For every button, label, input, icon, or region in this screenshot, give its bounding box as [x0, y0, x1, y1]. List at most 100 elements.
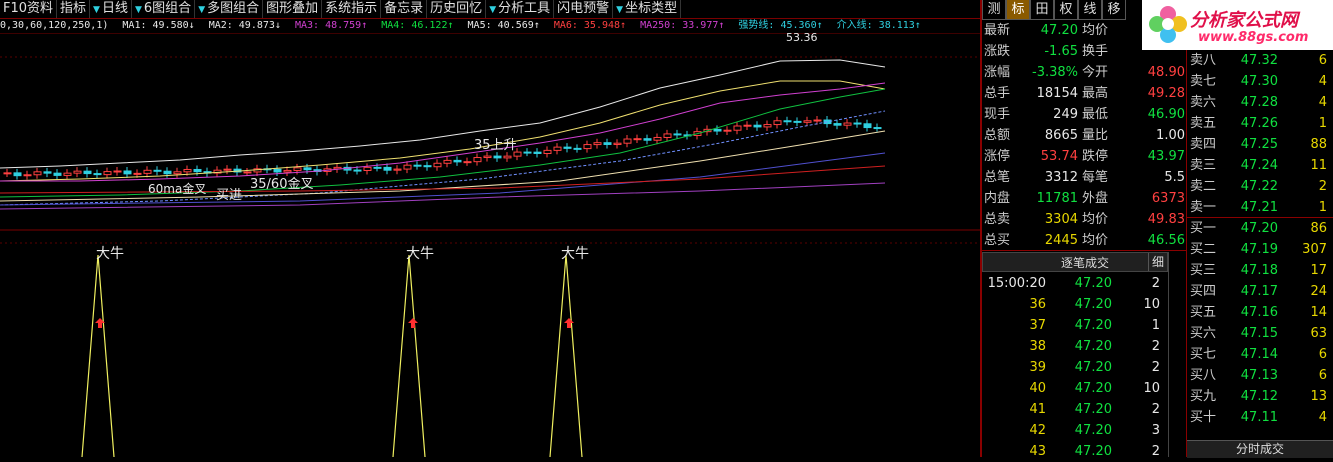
toolbar-item-5[interactable]: 图形叠加: [263, 0, 323, 18]
candle-body: [533, 151, 542, 154]
tick-volume: 10: [1143, 381, 1160, 396]
tick-row: 43 47.20 2: [982, 441, 1168, 462]
candle-body: [603, 142, 612, 145]
quote-label: 总买: [984, 233, 1011, 248]
toolbar-item-7[interactable]: 备忘录: [381, 0, 428, 18]
order-volume: 4: [1318, 95, 1327, 110]
candle-body: [103, 171, 112, 176]
tick-time: 42: [1029, 423, 1046, 438]
quote-label: 最高: [1082, 86, 1109, 101]
order-row: 买九 47.12 13: [1187, 386, 1333, 407]
tab-4[interactable]: 线: [1078, 0, 1102, 20]
ma2-value: MA2: 49.873↓: [208, 20, 281, 31]
quote-value: 53.74: [1040, 149, 1078, 164]
candle-body: [273, 168, 282, 173]
order-label: 买四: [1190, 284, 1217, 299]
quote-value: 8665: [1044, 128, 1078, 143]
quote-value: [1116, 20, 1187, 41]
cross60-label: 60ma金叉: [148, 181, 206, 196]
toolbar-label: 日线: [101, 1, 128, 16]
toolbar-label: 多图组合: [207, 1, 260, 16]
candle-body: [583, 144, 592, 150]
candle-body: [643, 138, 652, 141]
order-row: 买二 47.19 307: [1187, 239, 1333, 260]
peak-label: 53.36: [786, 33, 818, 44]
toolbar-item-1[interactable]: 指标: [57, 0, 91, 18]
divider: [1186, 50, 1187, 457]
tab-5[interactable]: 移: [1102, 0, 1126, 20]
quote-table: 最新 47.20 均价 涨跌 -1.65 换手 涨幅 -3.38% 今开 48.90 总手 18154…: [982, 20, 1187, 251]
order-price: 47.26: [1240, 116, 1278, 131]
toolbar-label: 备忘录: [384, 1, 424, 16]
candle-body: [383, 166, 392, 171]
ma4-value: MA4: 46.122↑: [381, 20, 454, 31]
tick-list: 15:00:20 47.20 2 36 47.20 10 37 47.20 1 38 47.20 2 3…: [982, 273, 1168, 462]
tick-time: 39: [1029, 360, 1046, 375]
tick-time: 37: [1029, 318, 1046, 333]
order-price: 47.18: [1240, 263, 1278, 278]
order-volume: 4: [1318, 410, 1327, 425]
tick-price: 47.20: [1074, 297, 1112, 312]
toolbar-item-11[interactable]: ▼ 坐标类型: [613, 0, 682, 18]
tick-volume: 3: [1151, 423, 1160, 438]
ma-line-white: [0, 59, 886, 169]
toolbar-item-4[interactable]: ▼ 多图组合: [195, 0, 264, 18]
order-label: 卖三: [1190, 158, 1217, 173]
candle-body: [63, 172, 72, 176]
order-label: 买八: [1190, 368, 1217, 383]
candle-body: [83, 170, 92, 175]
tick-volume: 2: [1151, 339, 1160, 354]
order-price: 47.12: [1240, 389, 1278, 404]
tick-volume: 2: [1151, 276, 1160, 291]
tick-row: 38 47.20 2: [982, 336, 1168, 357]
tab-1[interactable]: 标: [1006, 0, 1030, 20]
candle-body: [373, 166, 382, 169]
candle-body: [143, 169, 152, 174]
detail-button[interactable]: 细: [1148, 253, 1167, 271]
tick-time: 41: [1029, 402, 1046, 417]
tick-time: 40: [1029, 381, 1046, 396]
tick-volume: 2: [1151, 444, 1160, 459]
quote-row: 总买 2445 均价 46.56: [982, 230, 1187, 251]
tab-time-trades[interactable]: 分时成交: [1187, 440, 1333, 458]
tick-row: 36 47.20 10: [982, 294, 1168, 315]
quote-value: 3312: [1044, 170, 1078, 185]
candle-body: [163, 170, 172, 175]
quote-label: 总额: [984, 128, 1011, 143]
candle-body: [593, 142, 602, 146]
order-label: 卖七: [1190, 74, 1217, 89]
quote-row: 涨停 53.74 跌停 43.97: [982, 146, 1187, 167]
toolbar-item-2[interactable]: ▼ 日线: [90, 0, 132, 18]
candle-body: [843, 122, 852, 126]
tick-row: 42 47.20 3: [982, 420, 1168, 441]
quote-row: 总手 18154 最高 49.28: [982, 83, 1187, 104]
toolbar-item-3[interactable]: ▼ 6图组合: [132, 0, 196, 18]
toolbar-item-9[interactable]: ▼ 分析工具: [486, 0, 555, 18]
tick-price: 47.20: [1074, 381, 1112, 396]
quote-label: 最低: [1082, 107, 1109, 122]
toolbar-item-6[interactable]: 系统指示: [322, 0, 382, 18]
quote-value: 46.90: [1147, 107, 1185, 122]
tick-header[interactable]: 逐笔成交 细: [982, 252, 1168, 272]
toolbar-item-8[interactable]: 历史回忆: [427, 0, 487, 18]
order-price: 47.30: [1240, 74, 1278, 89]
ma-line-dashed: [0, 110, 886, 206]
tick-price: 47.20: [1074, 423, 1112, 438]
quote-row: 总卖 3304 均价 49.83: [982, 209, 1187, 230]
candle-body: [53, 172, 62, 176]
divider: [1187, 217, 1333, 218]
kline-chart[interactable]: 53.36 35上升 60ma金叉 买进 35/60金叉 大牛 大牛 大牛: [0, 33, 980, 457]
quote-label: 换手: [1082, 44, 1109, 59]
tab-0[interactable]: 测: [982, 0, 1006, 20]
tab-3[interactable]: 权: [1054, 0, 1078, 20]
toolbar-item-10[interactable]: 闪电预警: [554, 0, 614, 18]
order-price: 47.28: [1240, 95, 1278, 110]
tab-2[interactable]: 田: [1030, 0, 1054, 20]
toolbar-item-0[interactable]: F10资料: [0, 0, 58, 18]
order-row: 卖八 47.32 6: [1187, 50, 1333, 71]
candle-body: [153, 169, 162, 172]
quote-value: 49.28: [1147, 86, 1185, 101]
quote-value: 3304: [1044, 212, 1078, 227]
candle-body: [33, 171, 42, 176]
quote-row: 涨幅 -3.38% 今开 48.90: [982, 62, 1187, 83]
